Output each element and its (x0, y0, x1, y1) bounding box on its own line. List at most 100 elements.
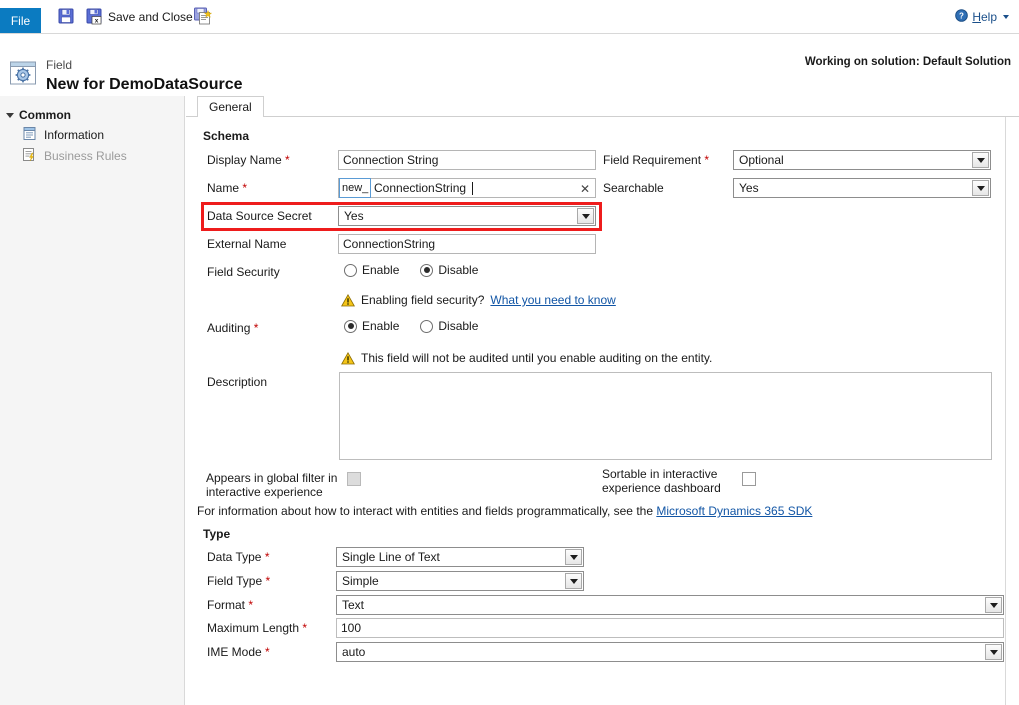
data-type-value: Single Line of Text (342, 548, 440, 566)
information-icon (22, 126, 37, 144)
sdk-link[interactable]: Microsoft Dynamics 365 SDK (656, 504, 812, 518)
save-and-new-icon (193, 6, 213, 29)
label-field-requirement: Field Requirement * (603, 153, 709, 167)
sortable-checkbox[interactable] (742, 472, 756, 486)
chevron-down-icon[interactable] (577, 208, 594, 224)
help-rest: elp (981, 10, 997, 24)
label-external-name: External Name (207, 237, 286, 251)
label-data-source-secret: Data Source Secret (207, 209, 312, 223)
searchable-select[interactable]: Yes (733, 178, 991, 198)
page-title: New for DemoDataSource (46, 76, 243, 94)
field-gear-icon (8, 60, 40, 90)
auditing-disable-radio[interactable]: Disable (420, 319, 478, 333)
ime-mode-value: auto (342, 643, 365, 661)
field-security-warning-text: Enabling field security? (361, 293, 484, 307)
radio-icon (344, 264, 357, 277)
radio-icon-selected (344, 320, 357, 333)
help-button[interactable]: ? Help (955, 7, 1009, 27)
auditing-radio-group: Enable Disable (344, 319, 494, 333)
description-textarea[interactable] (339, 372, 992, 460)
chevron-down-icon[interactable] (565, 549, 582, 565)
label-ime-mode: IME Mode * (207, 645, 270, 659)
field-security-warning: Enabling field security? What you need t… (341, 293, 616, 307)
tab-strip: General (186, 96, 1019, 117)
svg-text:x: x (95, 17, 99, 24)
chevron-down-icon[interactable] (985, 644, 1002, 660)
help-icon: ? (955, 9, 968, 25)
label-data-type: Data Type * (207, 550, 270, 564)
ribbon-toolbar: File x Save and Close (0, 0, 1019, 34)
data-type-select[interactable]: Single Line of Text (336, 547, 584, 567)
nav-group-label: Common (19, 108, 71, 122)
left-navigation: Common (0, 96, 185, 705)
display-name-input[interactable] (338, 150, 596, 170)
section-title-type: Type (203, 527, 230, 541)
sidebar-item-business-rules[interactable]: Business Rules (22, 147, 127, 165)
maximum-length-input[interactable] (336, 618, 1004, 638)
field-requirement-select[interactable]: Optional (733, 150, 991, 170)
name-prefix: new_ (339, 178, 371, 198)
field-requirement-value: Optional (739, 151, 784, 169)
format-select[interactable]: Text (336, 595, 1004, 615)
save-button[interactable] (54, 4, 78, 30)
data-source-secret-value: Yes (344, 207, 364, 225)
global-filter-checkbox (347, 472, 361, 486)
label-maximum-length: Maximum Length * (207, 621, 307, 635)
external-name-input[interactable] (338, 234, 596, 254)
text-caret (472, 182, 473, 195)
name-input-wrapper[interactable]: new_ ✕ (338, 178, 596, 198)
sdk-info-text: For information about how to interact wi… (197, 504, 656, 518)
label-name: Name * (207, 181, 247, 195)
field-type-select[interactable]: Simple (336, 571, 584, 591)
save-and-close-label: Save and Close (108, 10, 193, 24)
auditing-enable-radio[interactable]: Enable (344, 319, 399, 333)
radio-icon (420, 320, 433, 333)
chevron-down-icon[interactable] (972, 152, 989, 168)
label-description: Description (207, 375, 267, 389)
auditing-warning-text: This field will not be audited until you… (361, 351, 712, 365)
searchable-value: Yes (739, 179, 759, 197)
nav-group-common[interactable]: Common (6, 108, 71, 122)
chevron-down-icon (1003, 15, 1009, 19)
help-label: Help (972, 10, 997, 24)
label-format: Format * (207, 598, 253, 612)
field-type-value: Simple (342, 572, 379, 590)
clear-icon[interactable]: ✕ (580, 180, 590, 198)
section-title-schema: Schema (203, 129, 249, 143)
chevron-down-icon[interactable] (985, 597, 1002, 613)
sdk-info-line: For information about how to interact wi… (197, 504, 812, 518)
save-and-close-icon: x (85, 7, 103, 28)
chevron-down-icon[interactable] (972, 180, 989, 196)
save-and-close-button[interactable]: x Save and Close (82, 4, 196, 30)
format-value: Text (342, 596, 364, 614)
save-and-new-button[interactable] (190, 4, 216, 30)
solution-context-label: Working on solution: Default Solution (805, 56, 1011, 68)
sidebar-item-label: Business Rules (44, 149, 127, 163)
help-hotkey: H (972, 10, 981, 24)
tab-general[interactable]: General (197, 96, 264, 117)
sidebar-item-label: Information (44, 128, 104, 142)
field-security-warning-link[interactable]: What you need to know (490, 293, 615, 307)
label-field-type: Field Type * (207, 574, 270, 588)
expand-triangle-icon (6, 113, 14, 118)
warning-icon (341, 352, 355, 365)
radio-icon-selected (420, 264, 433, 277)
field-security-radio-group: Enable Disable (344, 263, 494, 277)
data-source-secret-select[interactable]: Yes (338, 206, 596, 226)
page-kind-label: Field (46, 58, 72, 72)
label-searchable: Searchable (603, 181, 664, 195)
warning-icon (341, 294, 355, 307)
auditing-warning: This field will not be audited until you… (341, 351, 712, 365)
sidebar-item-information[interactable]: Information (22, 126, 104, 144)
chevron-down-icon[interactable] (565, 573, 582, 589)
ribbon-divider (0, 33, 1019, 34)
file-tab[interactable]: File (0, 8, 41, 34)
label-display-name: Display Name * (207, 153, 290, 167)
label-sortable: Sortable in interactiveexperience dashbo… (602, 467, 752, 495)
field-security-disable-radio[interactable]: Disable (420, 263, 478, 277)
ime-mode-select[interactable]: auto (336, 642, 1004, 662)
label-global-filter: Appears in global filter ininteractive e… (206, 471, 336, 499)
field-security-enable-radio[interactable]: Enable (344, 263, 399, 277)
label-auditing: Auditing * (207, 321, 258, 335)
business-rules-icon (22, 147, 37, 165)
